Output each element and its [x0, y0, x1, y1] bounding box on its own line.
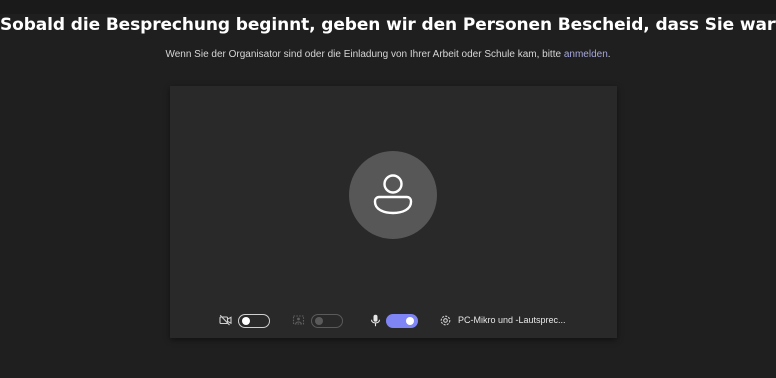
- toggle-knob: [315, 317, 323, 325]
- microphone-control: [370, 310, 422, 330]
- sign-in-hint-text: Wenn Sie der Organisator sind oder die E…: [165, 49, 564, 60]
- background-effects-control: [292, 310, 348, 330]
- person-icon: [373, 174, 413, 215]
- toggle-knob: [242, 317, 250, 325]
- camera-off-icon[interactable]: [219, 314, 232, 326]
- pre-join-screen: Sobald die Besprechung beginnt, geben wi…: [0, 0, 776, 378]
- camera-control: [219, 310, 275, 330]
- page-title: Sobald die Besprechung beginnt, geben wi…: [0, 15, 776, 35]
- microphone-icon[interactable]: [370, 314, 381, 327]
- gear-icon[interactable]: [439, 314, 452, 327]
- top-bar: [0, 0, 776, 14]
- microphone-toggle[interactable]: [386, 314, 418, 328]
- device-controls: PC-Mikro und -Lautsprec...: [170, 310, 617, 330]
- sign-in-link[interactable]: anmelden: [564, 49, 608, 60]
- avatar: [349, 151, 437, 239]
- background-effects-toggle: [311, 314, 343, 328]
- video-preview: PC-Mikro und -Lautsprec...: [170, 86, 617, 338]
- toggle-knob: [406, 317, 414, 325]
- background-effects-icon: [292, 315, 305, 325]
- sign-in-hint-suffix: .: [607, 49, 611, 60]
- audio-device-selector[interactable]: PC-Mikro und -Lautsprec...: [458, 315, 566, 325]
- camera-toggle[interactable]: [238, 314, 270, 328]
- sign-in-hint: Wenn Sie der Organisator sind oder die E…: [0, 49, 776, 60]
